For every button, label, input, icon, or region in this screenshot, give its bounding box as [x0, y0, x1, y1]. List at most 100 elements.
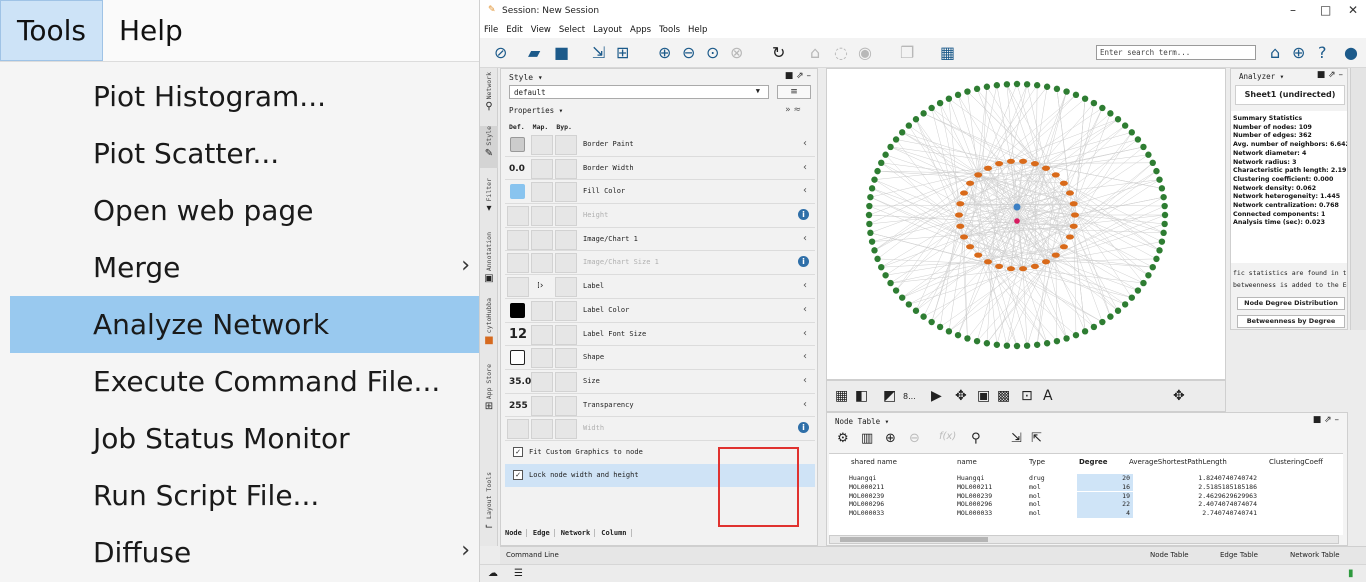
- mapping-cell[interactable]: [531, 348, 553, 369]
- compound-node[interactable]: [995, 161, 1004, 167]
- mapping-cell[interactable]: [531, 395, 553, 416]
- minimize-icon[interactable]: –: [1290, 3, 1296, 17]
- target-node[interactable]: [993, 82, 1001, 89]
- maximize-icon[interactable]: □: [1320, 3, 1331, 17]
- analyzer-controls-icon[interactable]: ■ ⇗ –: [1317, 70, 1343, 80]
- target-node[interactable]: [866, 202, 873, 210]
- target-node[interactable]: [1160, 193, 1167, 201]
- tab-filter[interactable]: Filter ▾: [480, 178, 498, 222]
- table-cell[interactable]: MOL000239: [849, 492, 884, 501]
- style-property-row[interactable]: 12 Label Font Size ‹: [505, 323, 815, 347]
- select-edges-icon[interactable]: ▩: [997, 388, 1010, 404]
- column-header[interactable]: Degree: [1079, 458, 1108, 466]
- table-cell[interactable]: mol: [1029, 483, 1041, 492]
- target-node[interactable]: [1161, 211, 1169, 219]
- chevron-left-icon[interactable]: ‹: [803, 375, 807, 386]
- chevron-left-icon[interactable]: ‹: [803, 162, 807, 173]
- target-node[interactable]: [1063, 88, 1070, 95]
- mapping-cell[interactable]: ⁞›: [531, 277, 553, 297]
- target-node[interactable]: [866, 220, 873, 228]
- tab-edge-style[interactable]: Edge: [533, 529, 555, 537]
- compound-node[interactable]: [956, 223, 965, 229]
- target-node[interactable]: [1158, 185, 1166, 192]
- style-property-row[interactable]: Image/Chart Size 1 i: [505, 251, 815, 276]
- table-cell[interactable]: MOL000239: [957, 492, 992, 501]
- style-property-row[interactable]: ⁞› Label ‹: [505, 275, 815, 299]
- text-tool-icon[interactable]: A: [1043, 388, 1053, 404]
- target-node[interactable]: [912, 307, 920, 314]
- table-cell[interactable]: 22: [1077, 500, 1133, 509]
- table-cell[interactable]: 2.5185185185186: [1147, 483, 1257, 492]
- table-controls-icon[interactable]: ■ ⇗ –: [1313, 415, 1339, 425]
- tab-app-store[interactable]: App Store ⊞: [480, 364, 498, 420]
- target-node[interactable]: [993, 341, 1001, 348]
- chevron-left-icon[interactable]: ‹: [803, 304, 807, 315]
- bypass-cell[interactable]: [555, 348, 577, 369]
- target-node[interactable]: [973, 337, 981, 345]
- target-node[interactable]: [1107, 313, 1114, 320]
- table-row[interactable]: MOL000211 MOL000211 mol 16 2.5185185185186: [829, 482, 1343, 492]
- bypass-cell[interactable]: [555, 182, 577, 203]
- table-cell[interactable]: 19: [1077, 491, 1133, 501]
- table-cell[interactable]: MOL000033: [849, 509, 884, 518]
- refresh-icon[interactable]: ↻: [772, 43, 785, 63]
- compound-node[interactable]: [960, 190, 969, 196]
- zoom-selected-icon[interactable]: ⊗: [730, 43, 743, 63]
- tab-column-style[interactable]: Column: [601, 529, 632, 537]
- default-value[interactable]: 35.0: [507, 372, 531, 392]
- mapping-cell[interactable]: [531, 253, 553, 274]
- table-cell[interactable]: mol: [1029, 500, 1041, 509]
- import-network-icon[interactable]: ⇲: [592, 43, 605, 63]
- table-cell[interactable]: mol: [1029, 509, 1041, 518]
- compound-node[interactable]: [1051, 172, 1060, 178]
- info-icon[interactable]: i: [798, 209, 809, 221]
- target-node[interactable]: [868, 238, 876, 245]
- menu-item-open-web-page[interactable]: Open web page: [0, 182, 479, 239]
- style-property-row[interactable]: Shape ‹: [505, 346, 815, 370]
- mapping-cell[interactable]: [531, 206, 553, 227]
- menu-select[interactable]: Select: [559, 22, 585, 38]
- drug-node[interactable]: [1014, 218, 1020, 224]
- target-node[interactable]: [1033, 341, 1041, 348]
- target-node[interactable]: [905, 122, 913, 129]
- tab-network[interactable]: Network ⚲: [480, 72, 498, 114]
- gear-icon[interactable]: ⚙: [837, 431, 849, 446]
- table-cell[interactable]: MOL000296: [957, 500, 992, 509]
- compound-node[interactable]: [1059, 244, 1068, 250]
- bypass-cell[interactable]: [555, 277, 577, 298]
- compound-node[interactable]: [974, 172, 983, 178]
- compound-node[interactable]: [1051, 252, 1060, 258]
- style-options-button[interactable]: ≡: [777, 85, 811, 99]
- target-node[interactable]: [945, 95, 953, 102]
- table-cell[interactable]: Huangqi: [849, 474, 876, 483]
- style-dropdown[interactable]: default ▼: [509, 85, 769, 99]
- table-cell[interactable]: 2.4074074074074: [1147, 500, 1257, 509]
- target-node[interactable]: [1043, 340, 1051, 347]
- compound-node[interactable]: [1065, 190, 1074, 196]
- tab-layout-tools[interactable]: Layout Tools ⌙: [480, 472, 498, 538]
- compound-node[interactable]: [1019, 158, 1028, 164]
- target-node[interactable]: [1081, 328, 1089, 335]
- table-cell[interactable]: 20: [1077, 474, 1133, 483]
- target-node[interactable]: [1114, 307, 1122, 314]
- bypass-cell[interactable]: [555, 135, 577, 155]
- compound-node[interactable]: [966, 244, 975, 250]
- target-node[interactable]: [1053, 337, 1061, 345]
- collapse-icon[interactable]: » ≈: [785, 105, 801, 115]
- style-panel-header[interactable]: Style ▾: [509, 73, 543, 82]
- style-property-row[interactable]: Width i: [505, 417, 815, 441]
- menu-item-diffuse[interactable]: Diffuse ›: [0, 524, 479, 581]
- bypass-cell[interactable]: [555, 419, 577, 440]
- chevron-left-icon[interactable]: ‹: [803, 351, 807, 362]
- target-node[interactable]: [1149, 159, 1156, 167]
- target-node[interactable]: [1128, 294, 1136, 301]
- target-node[interactable]: [1003, 342, 1011, 349]
- target-node[interactable]: [882, 272, 889, 279]
- target-node[interactable]: [898, 294, 906, 301]
- target-node[interactable]: [1053, 85, 1061, 93]
- bypass-cell[interactable]: [555, 371, 577, 392]
- target-node[interactable]: [920, 110, 927, 117]
- target-node[interactable]: [973, 85, 981, 93]
- compound-node[interactable]: [995, 263, 1004, 269]
- table-cell[interactable]: MOL000033: [957, 509, 992, 518]
